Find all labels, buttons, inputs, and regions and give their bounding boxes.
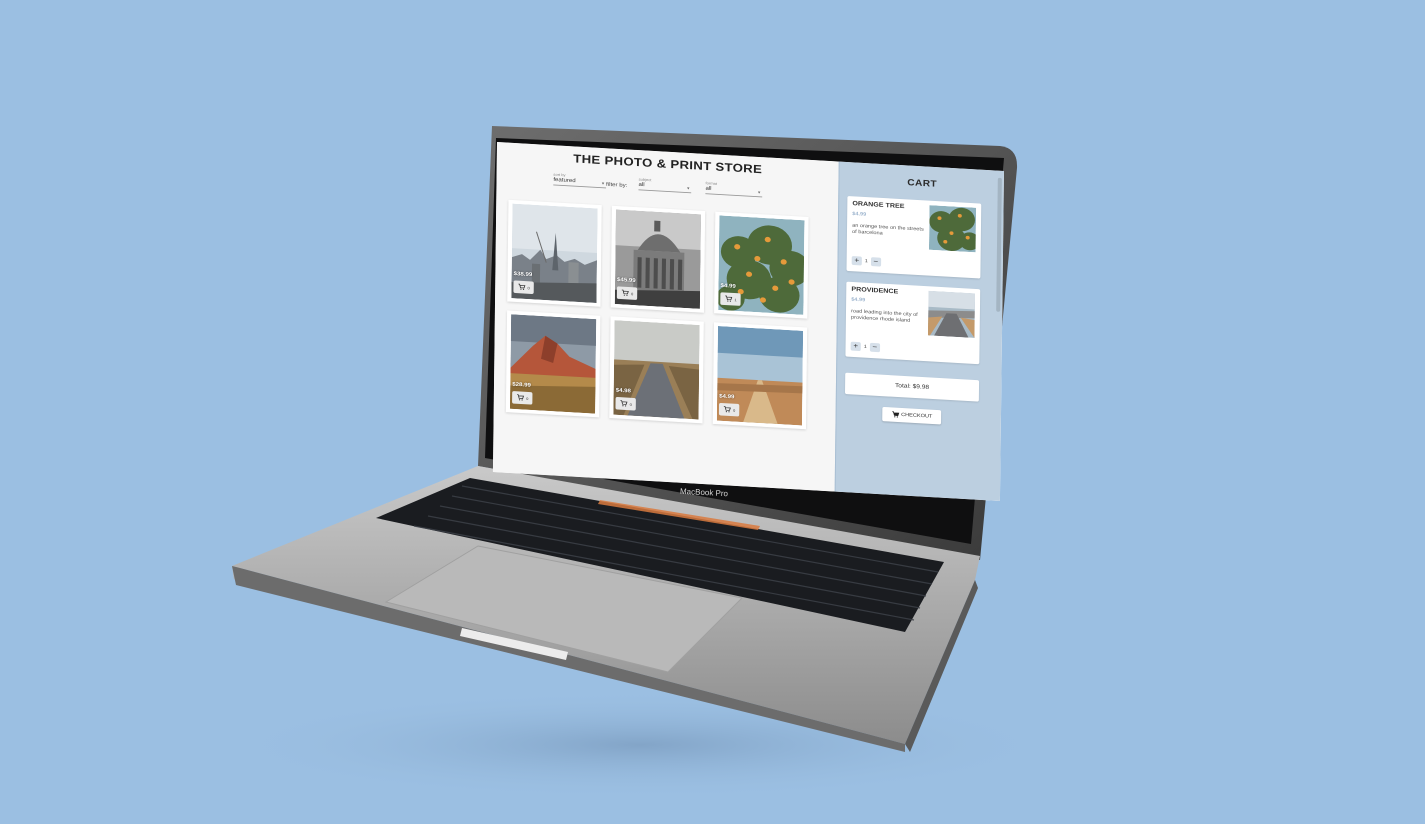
- product-card[interactable]: $4.99 1: [714, 211, 809, 319]
- cart-add-icon: [516, 394, 524, 401]
- drop-shadow: [220, 690, 1060, 800]
- product-price: $4.99: [720, 283, 736, 290]
- format-select[interactable]: all ▼: [705, 185, 763, 198]
- cart-item-description: an orange tree on the streets of barcelo…: [852, 223, 924, 237]
- cart-title: CART: [907, 177, 938, 190]
- add-to-cart-button[interactable]: 0: [512, 391, 533, 405]
- decrement-button[interactable]: −: [869, 342, 880, 353]
- cart-item-qty: 1: [863, 344, 867, 350]
- product-card[interactable]: $28.99 0: [505, 310, 601, 418]
- cart-item-price: $4.99: [851, 297, 866, 304]
- scrollbar[interactable]: [996, 177, 1002, 312]
- format-dropdown[interactable]: format all ▼: [705, 181, 763, 198]
- cart-item-price: $4.99: [852, 211, 867, 218]
- product-qty: 0: [629, 401, 632, 407]
- chevron-down-icon: ▼: [757, 189, 762, 195]
- cart-item-qty: 1: [864, 258, 868, 265]
- format-value: all: [705, 186, 712, 192]
- cart-add-icon: [620, 400, 628, 407]
- increment-button[interactable]: +: [851, 256, 862, 266]
- product-card[interactable]: $4.98 0: [609, 316, 704, 424]
- subject-select[interactable]: all ▼: [638, 181, 692, 194]
- product-price: $38.99: [513, 271, 533, 278]
- checkout-label: CHECKOUT: [901, 412, 933, 420]
- cart-item-name: PROVIDENCE: [851, 286, 899, 296]
- cart-item: ORANGE TREE $4.99 an orange tree on the …: [846, 195, 982, 279]
- subject-value: all: [638, 182, 645, 188]
- cart-add-icon: [723, 406, 731, 413]
- product-qty: 1: [734, 297, 737, 302]
- product-qty: 0: [733, 407, 736, 413]
- cart-panel: CART ORANGE TREE $4.99 an orange tree on…: [834, 161, 1004, 502]
- cart-item-name: ORANGE TREE: [852, 200, 905, 210]
- product-price: $4.98: [615, 388, 631, 395]
- product-qty: 0: [527, 285, 530, 290]
- product-card[interactable]: $38.99 0: [507, 199, 602, 307]
- sort-dropdown[interactable]: sort by featured ▼: [553, 172, 607, 189]
- cart-total: Total: $9.98: [844, 372, 980, 402]
- filter-by-label: filter by:: [606, 182, 628, 189]
- store-panel: THE PHOTO & PRINT STORE sort by featured…: [492, 142, 839, 492]
- chevron-down-icon: ▼: [601, 180, 606, 186]
- chevron-down-icon: ▼: [686, 185, 691, 191]
- cart-item-quantity: + 1 −: [850, 341, 880, 353]
- sort-select[interactable]: featured ▼: [553, 176, 607, 189]
- product-price: $28.99: [512, 382, 531, 389]
- add-to-cart-button[interactable]: 0: [718, 402, 740, 417]
- cart-item-thumbnail: [927, 290, 976, 339]
- product-qty: 0: [526, 395, 529, 401]
- cart-item-description: road leading into the city of providence…: [850, 308, 918, 324]
- cart-add-icon: [621, 289, 629, 296]
- increment-button[interactable]: +: [850, 341, 861, 352]
- product-qty: 0: [630, 291, 634, 296]
- subject-dropdown[interactable]: subject all ▼: [638, 177, 692, 194]
- decrement-button[interactable]: −: [870, 257, 881, 267]
- add-to-cart-button[interactable]: 1: [720, 292, 741, 306]
- product-card[interactable]: $4.99 0: [712, 322, 808, 430]
- cart-item-thumbnail: [928, 205, 977, 253]
- cart-add-icon: [725, 295, 733, 302]
- cart-icon: [891, 411, 899, 418]
- laptop-screen: THE PHOTO & PRINT STORE sort by featured…: [492, 142, 1004, 502]
- cart-item-quantity: + 1 −: [851, 256, 881, 267]
- add-to-cart-button[interactable]: 0: [616, 286, 638, 300]
- product-card[interactable]: $45.99 0: [610, 205, 706, 313]
- add-to-cart-button[interactable]: 0: [615, 396, 636, 411]
- laptop-scene: MacBook Pro THE PHOTO & PRINT STORE sort…: [0, 0, 1425, 824]
- product-price: $4.99: [719, 393, 735, 401]
- cart-item: PROVIDENCE $4.99 road leading into the c…: [845, 281, 981, 365]
- add-to-cart-button[interactable]: 0: [513, 280, 534, 295]
- sort-value: featured: [553, 177, 576, 184]
- checkout-button[interactable]: CHECKOUT: [882, 406, 942, 425]
- product-price: $45.99: [617, 277, 636, 284]
- cart-add-icon: [518, 283, 526, 290]
